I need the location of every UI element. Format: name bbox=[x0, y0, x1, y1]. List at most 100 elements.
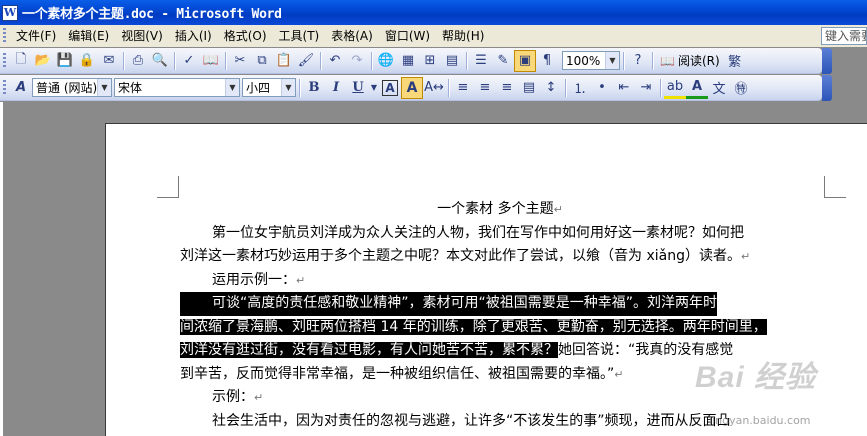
font-value: 宋体 bbox=[118, 81, 143, 95]
standard-toolbar: 🗋 📂 💾 🔒 ✉ ⎙ 🔍 ✓ 📖 ✂ ⧉ 📋 🖌 ↶ ↷ 🌐 ▦ ⊞ ▤ ☰ … bbox=[0, 48, 832, 74]
margin-corner-top-right bbox=[824, 176, 846, 198]
chevron-down-icon[interactable]: ▼ bbox=[281, 79, 295, 96]
font-color-icon[interactable]: A bbox=[686, 77, 708, 99]
bold-icon[interactable]: B bbox=[303, 77, 325, 99]
vertical-ruler bbox=[0, 102, 3, 436]
toolbar-grip[interactable] bbox=[3, 52, 6, 69]
paragraph-text: 到辛苦，反而觉得非常幸福，是一种被组织信任、被祖国需要的幸福。” bbox=[180, 365, 615, 382]
separator bbox=[225, 51, 226, 70]
show-hide-icon[interactable]: ¶ bbox=[536, 50, 558, 72]
font-select[interactable]: 宋体 ▼ bbox=[114, 78, 240, 97]
highlight-icon[interactable]: ab bbox=[664, 77, 686, 99]
research-icon[interactable]: 📖 bbox=[200, 50, 222, 72]
enclose-characters-icon[interactable]: ㊕ bbox=[730, 77, 752, 99]
columns-icon[interactable]: ☰ bbox=[470, 50, 492, 72]
paragraph-text: 运用示例一： bbox=[212, 271, 296, 288]
paragraph: 第一位女宇航员刘洋成为众人关注的人物，我们在写作中如何用好这一素材呢？如何把 bbox=[212, 224, 744, 241]
separator bbox=[299, 78, 300, 97]
permission-icon[interactable]: 🔒 bbox=[76, 50, 98, 72]
character-shading-icon[interactable]: A bbox=[401, 76, 423, 99]
zoom-value: 100% bbox=[566, 53, 601, 68]
align-right-icon[interactable]: ≡ bbox=[496, 77, 518, 99]
chinese-convert-icon[interactable]: 繁 bbox=[724, 50, 746, 72]
print-preview-icon[interactable]: 🔍 bbox=[149, 50, 171, 72]
align-left-icon[interactable]: ≡ bbox=[452, 77, 474, 99]
document-map-icon[interactable]: ▣ bbox=[514, 49, 536, 72]
menu-grip[interactable] bbox=[3, 28, 6, 44]
word-document-icon[interactable]: W bbox=[2, 4, 18, 21]
selected-line: 间浓缩了景海鹏、刘旺两位搭档 14 年的训练，除了更艰苦、更勤奋，别无选择。两年… bbox=[180, 316, 830, 340]
numbering-icon[interactable]: ⒈ bbox=[569, 77, 591, 99]
read-label: 阅读(R) bbox=[677, 54, 720, 68]
watermark-logo: Bai 经验 bbox=[695, 361, 817, 394]
italic-icon[interactable]: I bbox=[325, 77, 347, 99]
insert-table-icon[interactable]: ⊞ bbox=[419, 50, 441, 72]
baidu-jingyan-watermark: Bai 经验 jingyan.baidu.com bbox=[695, 352, 845, 427]
email-icon[interactable]: ✉ bbox=[98, 50, 120, 72]
menu-table[interactable]: 表格(A) bbox=[325, 26, 379, 46]
line-spacing-icon[interactable]: ↕ bbox=[540, 77, 562, 99]
help-icon[interactable]: ? bbox=[627, 50, 649, 72]
underline-dropdown-icon[interactable]: ▼ bbox=[369, 77, 379, 99]
font-size-value: 小四 bbox=[246, 81, 271, 95]
tables-borders-icon[interactable]: ▦ bbox=[397, 50, 419, 72]
chevron-down-icon[interactable]: ▼ bbox=[605, 52, 619, 69]
character-scaling-icon[interactable]: A↔ bbox=[423, 77, 445, 99]
chevron-down-icon[interactable]: ▼ bbox=[225, 79, 239, 96]
paragraph-mark-icon: ↵ bbox=[254, 391, 264, 404]
menu-view[interactable]: 视图(V) bbox=[115, 26, 169, 46]
menu-window[interactable]: 窗口(W) bbox=[379, 26, 436, 46]
paragraph: 运用示例一：↵ bbox=[180, 269, 830, 293]
menu-format[interactable]: 格式(O) bbox=[218, 26, 273, 46]
separator bbox=[320, 51, 321, 70]
save-icon[interactable]: 💾 bbox=[54, 50, 76, 72]
separator bbox=[371, 51, 372, 70]
insert-excel-icon[interactable]: ▤ bbox=[441, 50, 463, 72]
separator bbox=[565, 78, 566, 97]
menu-edit[interactable]: 编辑(E) bbox=[62, 26, 115, 46]
selected-line: 可谈“高度的责任感和敬业精神”，素材可用“被祖国需要是一种幸福”。刘洋两年时 bbox=[180, 292, 830, 316]
align-center-icon[interactable]: ≡ bbox=[474, 77, 496, 99]
selected-text: 刘洋没有逛过街，没有看过电影，有人问她苦不苦，累不累？ bbox=[180, 342, 558, 358]
paste-icon[interactable]: 📋 bbox=[273, 50, 295, 72]
help-search-input[interactable]: 键入需要 bbox=[821, 27, 867, 45]
phonetic-guide-icon[interactable]: 文 bbox=[708, 77, 730, 99]
print-icon[interactable]: ⎙ bbox=[127, 50, 149, 72]
styles-formatting-icon[interactable]: A bbox=[10, 77, 32, 99]
redo-icon[interactable]: ↷ bbox=[346, 50, 368, 72]
new-document-icon[interactable]: 🗋 bbox=[10, 50, 32, 72]
character-border-icon[interactable]: A bbox=[379, 77, 401, 99]
zoom-select[interactable]: 100% ▼ bbox=[562, 51, 620, 70]
paragraph: 刘洋这一素材巧妙运用于多个主题之中呢？本文对此作了尝试，以飨（音为 xiǎng）… bbox=[180, 245, 830, 269]
spelling-icon[interactable]: ✓ bbox=[178, 50, 200, 72]
paragraph-mark-icon: ↵ bbox=[740, 250, 751, 263]
hyperlink-icon[interactable]: 🌐 bbox=[375, 50, 397, 72]
margin-corner-top-left bbox=[157, 176, 179, 198]
toolbar-options-icon[interactable] bbox=[822, 75, 832, 101]
window-title: 一个素材多个主题.doc - Microsoft Word bbox=[22, 7, 282, 22]
drawing-icon[interactable]: ✎ bbox=[492, 50, 514, 72]
open-folder-icon[interactable]: 📂 bbox=[32, 50, 54, 72]
decrease-indent-icon[interactable]: ⇤ bbox=[613, 77, 635, 99]
copy-icon[interactable]: ⧉ bbox=[251, 50, 273, 72]
read-button[interactable]: 📖 阅读(R) bbox=[656, 52, 724, 69]
menu-file[interactable]: 文件(F) bbox=[10, 26, 62, 46]
paragraph-mark-icon: ↵ bbox=[296, 273, 306, 287]
underline-icon[interactable]: U bbox=[347, 77, 369, 99]
bullets-icon[interactable]: • bbox=[591, 77, 613, 99]
menu-insert[interactable]: 插入(I) bbox=[169, 26, 218, 46]
style-select[interactable]: 普通 (网站) ▼ bbox=[32, 78, 112, 97]
separator bbox=[448, 78, 449, 97]
menu-bar: 文件(F) 编辑(E) 视图(V) 插入(I) 格式(O) 工具(T) 表格(A… bbox=[0, 25, 867, 47]
toolbar-grip[interactable] bbox=[3, 79, 6, 96]
format-painter-icon[interactable]: 🖌 bbox=[295, 50, 317, 72]
menu-help[interactable]: 帮助(H) bbox=[436, 26, 490, 46]
menu-tools[interactable]: 工具(T) bbox=[273, 26, 326, 46]
distributed-icon[interactable]: ▤ bbox=[518, 77, 540, 99]
toolbar-options-icon[interactable] bbox=[822, 48, 832, 74]
undo-icon[interactable]: ↶ bbox=[324, 50, 346, 72]
chevron-down-icon[interactable]: ▼ bbox=[97, 79, 111, 96]
increase-indent-icon[interactable]: ⇥ bbox=[635, 77, 657, 99]
cut-icon[interactable]: ✂ bbox=[229, 50, 251, 72]
font-size-select[interactable]: 小四 ▼ bbox=[242, 78, 296, 97]
